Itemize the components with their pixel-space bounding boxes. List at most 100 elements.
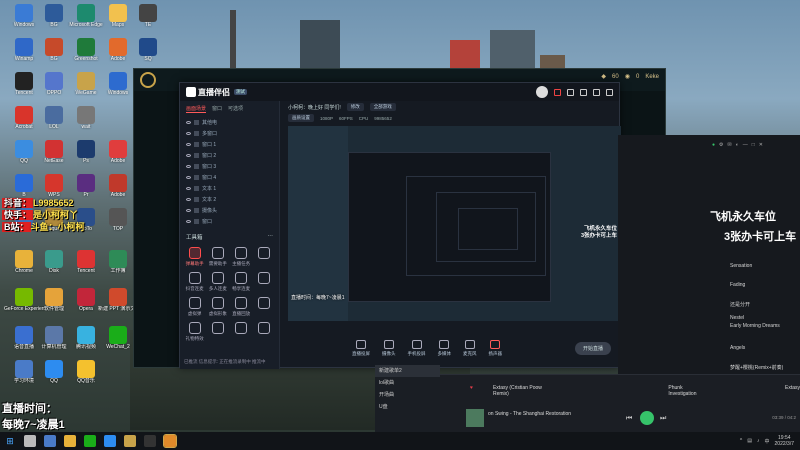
- maximize-icon[interactable]: □: [752, 142, 755, 148]
- desktop-icon[interactable]: SQ: [128, 38, 168, 62]
- scene-item[interactable]: 多窗口: [180, 128, 279, 139]
- start-stream-button[interactable]: 开始直播: [574, 341, 611, 355]
- like-icon[interactable]: ♥: [470, 385, 473, 397]
- task-view-icon[interactable]: [44, 435, 56, 447]
- toolbox-item[interactable]: 直播回放: [231, 297, 252, 317]
- stream-preview-canvas[interactable]: 直播时间：每晚7~凌晨1 飞机永久车位 3张办卡可上车: [288, 126, 621, 321]
- track-item[interactable]: Fading: [730, 282, 745, 288]
- network-icon[interactable]: ▤: [747, 438, 752, 444]
- settings-icon[interactable]: ⚙: [719, 142, 723, 148]
- desktop-icon[interactable]: Windows: [98, 72, 138, 96]
- toolbox-item[interactable]: 虚拟形象: [207, 297, 228, 317]
- toolbox-item[interactable]: 主播任务: [231, 247, 252, 267]
- source-button[interactable]: 摄像头: [382, 339, 396, 357]
- close-icon[interactable]: ✕: [759, 142, 763, 148]
- playlist-item[interactable]: U盘: [375, 401, 440, 413]
- desktop-icon[interactable]: Adobe: [98, 140, 138, 164]
- source-button[interactable]: 手机投屏: [408, 339, 426, 357]
- toolbox-item[interactable]: 弹幕助手: [184, 247, 205, 267]
- desktop-icon[interactable]: WeChat_2: [98, 326, 138, 350]
- track-item[interactable]: Angels: [730, 345, 745, 351]
- scene-item[interactable]: 窗口 3: [180, 161, 279, 172]
- album-cover[interactable]: [466, 409, 484, 427]
- eye-icon[interactable]: [186, 121, 191, 124]
- toolbox-item[interactable]: [254, 247, 275, 267]
- volume-icon[interactable]: ♪: [757, 438, 760, 444]
- toolbox-item[interactable]: 礼物特效: [184, 322, 205, 342]
- playlist-item[interactable]: lol歌曲: [375, 377, 440, 389]
- scene-item[interactable]: 文本 2: [180, 194, 279, 205]
- eye-icon[interactable]: [186, 143, 191, 146]
- message-icon[interactable]: [567, 88, 574, 96]
- streaming-app-taskbar-icon[interactable]: [163, 434, 177, 448]
- toolbox-item[interactable]: [254, 297, 275, 317]
- pause-button[interactable]: [640, 411, 654, 425]
- playlist-item[interactable]: 开场曲: [375, 389, 440, 401]
- track-item[interactable]: 还是分开: [730, 301, 750, 308]
- eye-icon[interactable]: [186, 176, 191, 179]
- scene-item[interactable]: 窗口 4: [180, 172, 279, 183]
- system-clock[interactable]: 19:54 2022/3/7: [775, 435, 794, 447]
- tray-arrow-icon[interactable]: ^: [740, 438, 742, 444]
- scene-tab[interactable]: 可选项: [228, 105, 243, 113]
- toolbox-item[interactable]: 需要助手: [207, 247, 228, 267]
- scene-tab[interactable]: 画面场景: [186, 105, 207, 113]
- scene-item[interactable]: 窗口 1: [180, 139, 279, 150]
- app-taskbar-icon[interactable]: [144, 435, 156, 447]
- desktop-icon[interactable]: TE: [128, 4, 168, 28]
- skin-icon[interactable]: ◐: [736, 142, 739, 148]
- desktop-icon[interactable]: Adobe: [98, 174, 138, 198]
- minimize-icon[interactable]: —: [743, 142, 748, 148]
- toolbox-item[interactable]: [254, 272, 275, 292]
- close-icon[interactable]: [606, 88, 613, 96]
- desktop-icon[interactable]: 新建 PPT 演示文稿: [98, 288, 138, 312]
- maximize-icon[interactable]: [593, 88, 600, 96]
- track-item[interactable]: Sensation: [730, 263, 752, 269]
- scene-item[interactable]: 窗口 2: [180, 150, 279, 161]
- next-track-icon[interactable]: ⏭: [660, 415, 666, 423]
- chrome-icon[interactable]: [64, 435, 76, 447]
- source-button[interactable]: 麦克风: [463, 339, 477, 357]
- track-item[interactable]: 梦醒+樱桃(Remix+前奏): [730, 364, 783, 371]
- toolbox-item[interactable]: 多人连麦: [207, 272, 228, 292]
- song-row[interactable]: ♥ Extasy (Cristian Poow Remix) Phunk Inv…: [470, 385, 800, 397]
- eye-icon[interactable]: [186, 187, 191, 190]
- league-logo-icon[interactable]: [140, 72, 156, 88]
- minimize-icon[interactable]: [580, 88, 587, 96]
- qq-icon[interactable]: [104, 435, 116, 447]
- playlist-item[interactable]: 新建歌单2: [375, 365, 440, 377]
- toolbox-item[interactable]: [207, 322, 228, 342]
- gift-icon[interactable]: [554, 88, 561, 96]
- eye-icon[interactable]: [186, 165, 191, 168]
- desktop-icon[interactable]: QQ音乐: [66, 360, 106, 384]
- desktop-icon[interactable]: 工作簿: [98, 250, 138, 274]
- desktop-icon[interactable]: wait: [66, 106, 106, 130]
- mail-icon[interactable]: ✉: [728, 142, 732, 148]
- scene-item[interactable]: 文本 1: [180, 183, 279, 194]
- scene-tab[interactable]: 窗口: [212, 105, 222, 113]
- track-item[interactable]: Early Morning Dreams: [730, 323, 780, 329]
- scene-item[interactable]: 其他电: [180, 117, 279, 128]
- source-button[interactable]: 直播投屏: [352, 339, 370, 357]
- eye-icon[interactable]: [186, 220, 191, 223]
- toolbox-item[interactable]: 畅享连麦: [231, 272, 252, 292]
- eye-icon[interactable]: [186, 132, 191, 135]
- toolbox-item[interactable]: [254, 322, 275, 342]
- previous-track-icon[interactable]: ⏮: [626, 415, 632, 423]
- eye-icon[interactable]: [186, 209, 191, 212]
- edit-title-button[interactable]: 修改: [346, 103, 364, 111]
- source-button[interactable]: 多媒体: [438, 339, 451, 357]
- user-avatar[interactable]: [536, 86, 548, 98]
- scene-item[interactable]: 摄像头: [180, 205, 279, 216]
- toolbox-item[interactable]: [231, 322, 252, 342]
- eye-icon[interactable]: [186, 198, 191, 201]
- eye-icon[interactable]: [186, 154, 191, 157]
- quality-settings-button[interactable]: 画质设置: [288, 114, 314, 122]
- track-item[interactable]: Nestel: [730, 315, 744, 321]
- wechat-icon[interactable]: [84, 435, 96, 447]
- source-button[interactable]: 扬声器: [489, 339, 502, 357]
- league-taskbar-icon[interactable]: [124, 435, 136, 447]
- search-icon[interactable]: [24, 435, 36, 447]
- toolbox-item[interactable]: 抖音连麦: [184, 272, 205, 292]
- vip-badge-icon[interactable]: ●: [712, 142, 715, 148]
